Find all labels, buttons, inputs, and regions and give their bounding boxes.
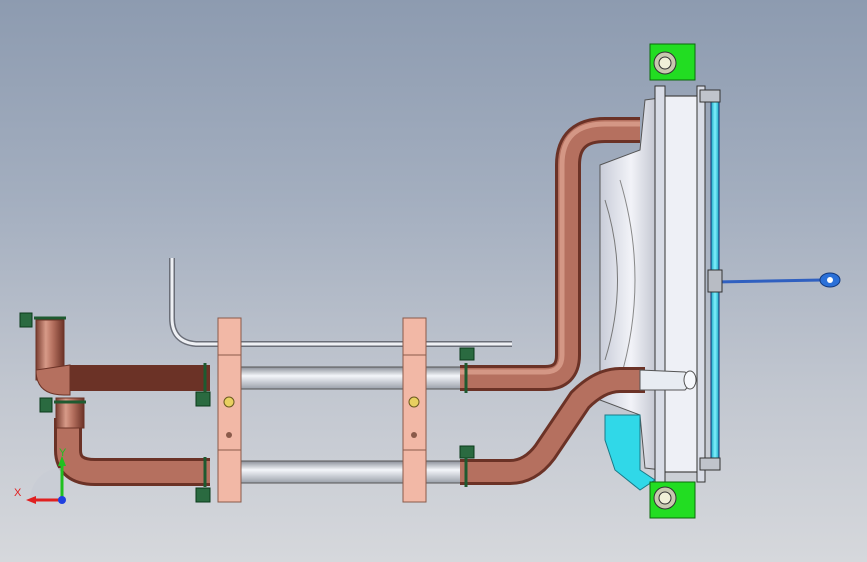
bracket-left[interactable] <box>217 317 242 503</box>
bolt-mid <box>707 269 723 293</box>
copper-upper-pipe[interactable] <box>68 117 640 391</box>
outlet-fitting-end <box>683 370 697 390</box>
tie-rod-upper[interactable] <box>710 97 720 275</box>
copper-lower-pipe[interactable] <box>54 367 645 486</box>
radiator-frame-left <box>654 85 666 483</box>
bolt-top <box>699 89 721 103</box>
radiator-assembly[interactable] <box>599 43 841 519</box>
mount-plate-top[interactable] <box>649 43 696 81</box>
steel-pipe-lower[interactable] <box>239 460 466 484</box>
bracket-right[interactable] <box>402 317 427 503</box>
axis-x-label: X <box>14 487 22 499</box>
cad-viewport[interactable]: X Y <box>0 0 867 562</box>
support-arm[interactable] <box>714 278 823 284</box>
steel-pipe-upper[interactable] <box>239 366 466 390</box>
fan-shroud[interactable] <box>599 97 663 471</box>
tie-rod-lower[interactable] <box>710 287 720 465</box>
coordinate-triad: X Y <box>14 447 67 504</box>
support-arm-hole <box>827 277 833 283</box>
radiator-frame-right <box>696 85 706 483</box>
axis-y-label: Y <box>59 447 67 459</box>
cad-model-svg[interactable]: X Y <box>0 0 867 562</box>
outlet-fitting[interactable] <box>639 369 691 391</box>
bolt-bottom <box>699 457 721 471</box>
mount-plate-bottom[interactable] <box>649 481 696 519</box>
